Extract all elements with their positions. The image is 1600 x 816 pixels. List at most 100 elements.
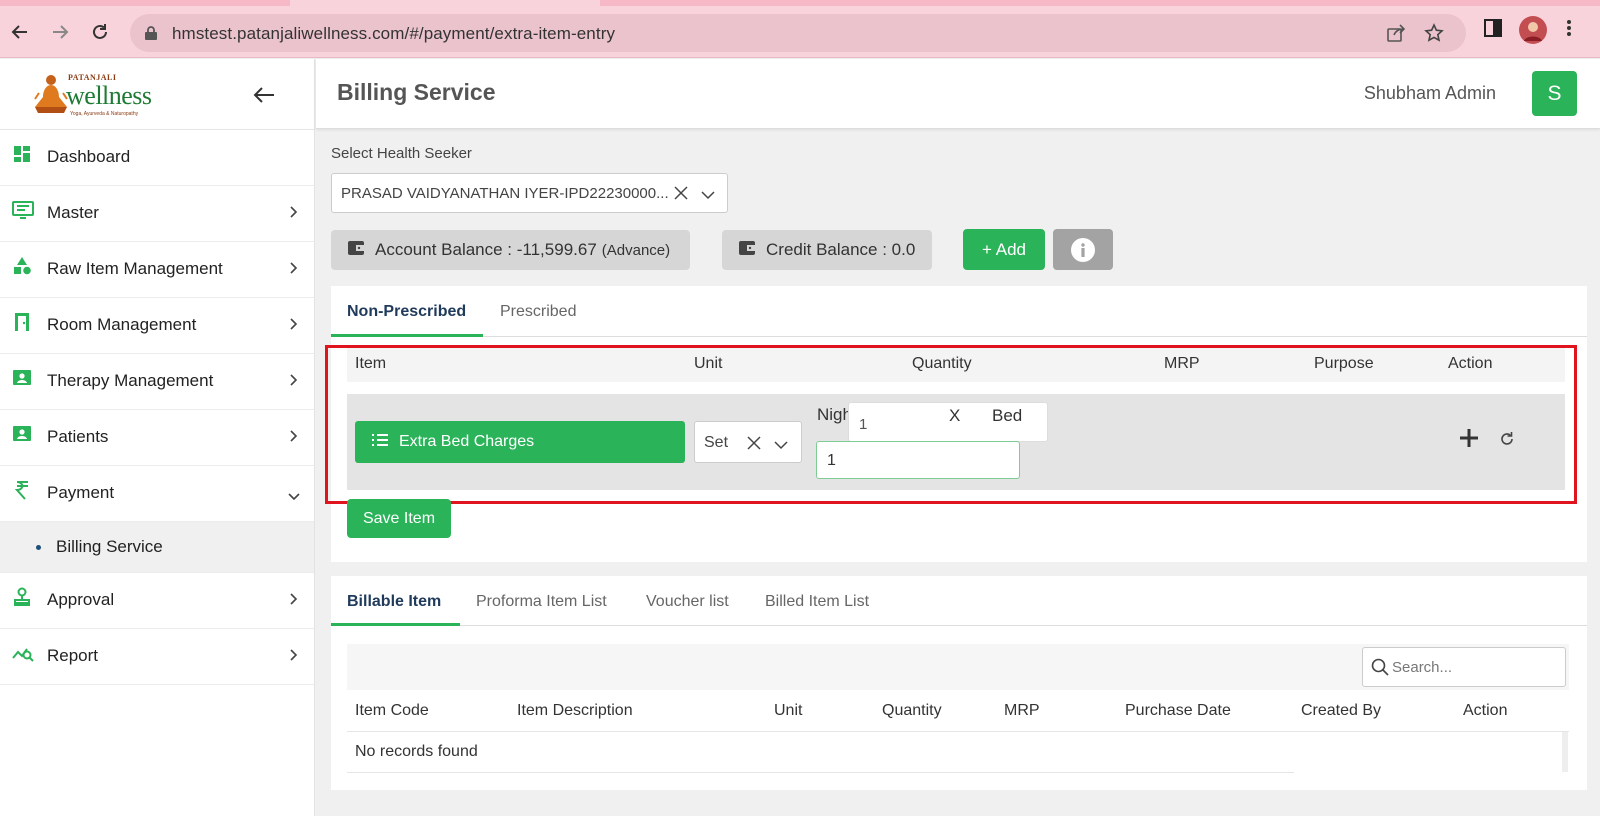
list-icon: [371, 433, 389, 452]
sidebar-item-label: Raw Item Management: [47, 259, 223, 278]
id-badge-icon: [12, 368, 32, 388]
shapes-icon: [12, 256, 32, 276]
master-icon: [12, 200, 34, 220]
sidebar-collapse-button[interactable]: [250, 81, 278, 109]
user-name[interactable]: Shubham Admin: [1364, 83, 1496, 104]
sidebar-subitem-label: Billing Service: [56, 537, 163, 556]
add-row-icon[interactable]: [1459, 428, 1479, 453]
page-header: Billing Service Shubham Admin S: [316, 59, 1600, 129]
reset-icon[interactable]: [1499, 431, 1515, 452]
chevron-right-icon: [290, 317, 298, 335]
col-header-action: Action: [1463, 702, 1508, 719]
bookmark-star-icon[interactable]: [1424, 23, 1444, 48]
tab-proforma-item-list[interactable]: Proforma Item List: [476, 593, 607, 611]
search-input[interactable]: Search...: [1362, 647, 1566, 687]
url-text: hmstest.patanjaliwellness.com/#/payment/…: [172, 24, 616, 43]
item-select-label: Extra Bed Charges: [399, 433, 535, 450]
user-avatar[interactable]: S: [1532, 71, 1577, 116]
sidebar-item-master[interactable]: Master: [0, 186, 314, 242]
unit-select[interactable]: Set: [694, 421, 802, 463]
tab-billed-item-list[interactable]: Billed Item List: [765, 593, 869, 611]
item-entry-card: Non-Prescribed Prescribed Item Unit Quan…: [331, 286, 1587, 562]
col-header-purpose: Purpose: [1314, 355, 1374, 372]
col-header-mrp: MRP: [1164, 355, 1200, 372]
share-icon[interactable]: [1386, 23, 1406, 48]
col-header-item: Item: [355, 355, 387, 372]
active-tab-indicator: [331, 334, 483, 337]
prescription-tabs: Non-Prescribed Prescribed: [331, 286, 1587, 337]
sidebar-item-patients[interactable]: Patients: [0, 410, 314, 466]
bullet-dot-icon: [36, 545, 41, 550]
address-bar[interactable]: hmstest.patanjaliwellness.com/#/payment/…: [130, 14, 1466, 52]
wallet-icon: [738, 240, 756, 261]
patanjali-wellness-logo[interactable]: PATANJALI wellness Yoga, Ayurveda & Natu…: [34, 71, 164, 119]
col-header-created-by: Created By: [1301, 702, 1382, 719]
forward-icon[interactable]: [44, 16, 76, 48]
sidebar-subitem-billing-service[interactable]: Billing Service: [0, 522, 314, 573]
multiplier-symbol: X: [949, 406, 961, 425]
chevron-right-icon: [290, 261, 298, 279]
col-header-mrp: MRP: [1004, 702, 1040, 719]
table-divider: [347, 772, 1294, 773]
quantity-nights-value: 1: [859, 416, 868, 433]
side-panel-icon[interactable]: [1484, 18, 1502, 43]
quantity-nights-box[interactable]: 1 X Bed: [848, 402, 1048, 442]
quantity-nights-label: Nights: [817, 405, 849, 424]
stamp-icon: [12, 587, 32, 607]
credit-balance-text: Credit Balance : 0.0: [766, 240, 916, 259]
logo-tagline: Yoga, Ayurveda & Naturopathy: [70, 111, 139, 117]
browser-menu-icon[interactable]: [1566, 18, 1572, 43]
arrow-left-icon: [253, 87, 274, 103]
sidebar-item-raw-item-management[interactable]: Raw Item Management: [0, 242, 314, 298]
wallet-icon: [347, 240, 365, 261]
chevron-right-icon: [290, 648, 298, 666]
search-placeholder: Search...: [1392, 659, 1453, 676]
tab-non-prescribed[interactable]: Non-Prescribed: [347, 303, 466, 321]
page-title: Billing Service: [337, 79, 496, 105]
clear-icon[interactable]: [674, 186, 688, 205]
chevron-down-icon[interactable]: [701, 187, 715, 205]
credit-balance-badge: Credit Balance : 0.0: [722, 230, 932, 270]
lock-icon[interactable]: [144, 25, 158, 46]
sidebar-item-dashboard[interactable]: Dashboard: [0, 130, 314, 186]
col-header-quantity: Quantity: [912, 355, 972, 372]
col-header-action: Action: [1448, 355, 1493, 372]
chevron-down-icon[interactable]: [774, 437, 788, 455]
browser-toolbar: hmstest.patanjaliwellness.com/#/payment/…: [0, 6, 1600, 58]
logo-big-text: wellness: [66, 81, 152, 110]
table-scrollbar[interactable]: [1562, 732, 1568, 772]
tab-voucher-list[interactable]: Voucher list: [646, 593, 729, 611]
billing-tabs: Billable Item Proforma Item List Voucher…: [331, 576, 1587, 626]
sidebar-item-label: Master: [47, 203, 99, 222]
quantity-bed-label: Bed: [992, 406, 1023, 425]
back-icon[interactable]: [4, 16, 36, 48]
add-button[interactable]: + Add: [963, 229, 1045, 270]
tab-billable-item[interactable]: Billable Item: [347, 593, 441, 611]
sidebar-item-label: Report: [47, 646, 99, 665]
account-balance-text: Account Balance : -11,599.67: [375, 240, 597, 259]
save-item-button[interactable]: Save Item: [347, 499, 451, 538]
chevron-right-icon: [290, 592, 298, 610]
chevron-right-icon: [290, 429, 298, 447]
sidebar-item-label: Room Management: [47, 315, 197, 334]
yogi-figure-icon: [34, 75, 68, 113]
tab-prescribed[interactable]: Prescribed: [500, 303, 576, 321]
sidebar-item-room-management[interactable]: Room Management: [0, 298, 314, 354]
clear-icon[interactable]: [747, 436, 761, 455]
item-select-button[interactable]: Extra Bed Charges: [355, 421, 685, 463]
active-tab-indicator: [331, 623, 460, 626]
sidebar-item-approval[interactable]: Approval: [0, 573, 314, 629]
health-seeker-select[interactable]: PRASAD VAIDYANATHAN IYER-IPD22230000...: [331, 173, 728, 213]
search-icon: [1371, 658, 1389, 681]
sidebar-item-therapy-management[interactable]: Therapy Management: [0, 354, 314, 410]
account-balance-badge: Account Balance : -11,599.67 (Advance): [331, 230, 690, 270]
sidebar-item-report[interactable]: Report: [0, 629, 314, 685]
seeker-label: Select Health Seeker: [331, 145, 472, 162]
empty-table-message: No records found: [355, 743, 478, 760]
sidebar-item-payment[interactable]: Payment: [0, 466, 314, 522]
reload-icon[interactable]: [84, 16, 116, 48]
quantity-input[interactable]: 1: [816, 441, 1020, 479]
sidebar-brand: PATANJALI wellness Yoga, Ayurveda & Natu…: [0, 59, 314, 130]
profile-avatar-icon[interactable]: [1519, 16, 1547, 49]
info-button[interactable]: [1053, 229, 1113, 270]
